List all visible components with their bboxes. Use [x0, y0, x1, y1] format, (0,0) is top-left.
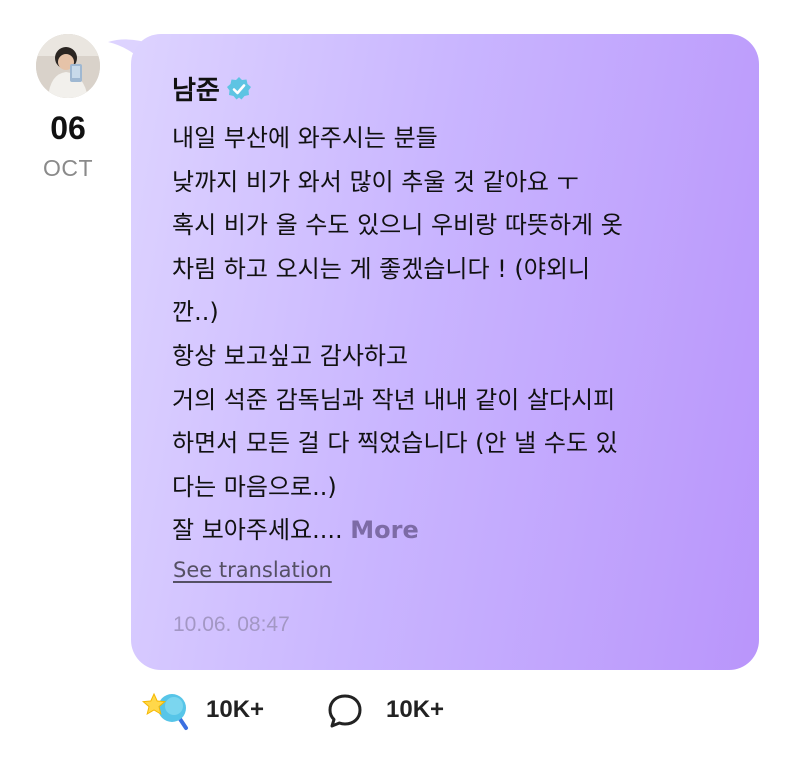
comment-count: 10K+: [386, 696, 445, 723]
post-line: 잘 보아주세요....: [172, 516, 343, 545]
post-last-line: 잘 보아주세요.... More: [172, 509, 742, 553]
post-line: 항상 보고싶고 감사하고: [172, 341, 409, 370]
see-translation-link[interactable]: See translation: [173, 558, 332, 582]
post-date-month: OCT: [42, 155, 94, 181]
author-row: 남준: [172, 70, 252, 107]
author-name[interactable]: 남준: [172, 70, 220, 107]
post-line: 깐..): [172, 298, 219, 327]
post-line: 다는 마음으로..): [172, 472, 337, 501]
like-count: 10K+: [206, 696, 265, 723]
post-line: 낮까지 비가 와서 많이 추울 것 같아요 ㅜ: [172, 167, 579, 196]
author-avatar[interactable]: [36, 34, 100, 98]
post-line: 내일 부산에 와주시는 분들: [172, 124, 438, 152]
more-link[interactable]: More: [350, 516, 418, 544]
speech-bubble-icon[interactable]: [326, 692, 364, 730]
post-line: 차림 하고 오시는 게 좋겠습니다 ! (야외니: [172, 254, 591, 283]
post-body: 내일 부산에 와주시는 분들 낮까지 비가 와서 많이 추울 것 같아요 ㅜ 혹…: [172, 117, 742, 553]
star-lollipop-icon[interactable]: [140, 686, 194, 734]
avatar-photo: [36, 34, 100, 98]
post-line: 혹시 비가 올 수도 있으니 우비랑 따뜻하게 옷: [172, 211, 623, 240]
post-line: 거의 석준 감독님과 작년 내내 같이 살다시피: [172, 385, 616, 414]
post-line: 하면서 모든 걸 다 찍었습니다 (안 낼 수도 있: [172, 429, 618, 458]
verified-check-icon: [226, 76, 251, 99]
post-date-day: 06: [50, 110, 86, 146]
post-timestamp: 10.06. 08:47: [173, 613, 290, 636]
